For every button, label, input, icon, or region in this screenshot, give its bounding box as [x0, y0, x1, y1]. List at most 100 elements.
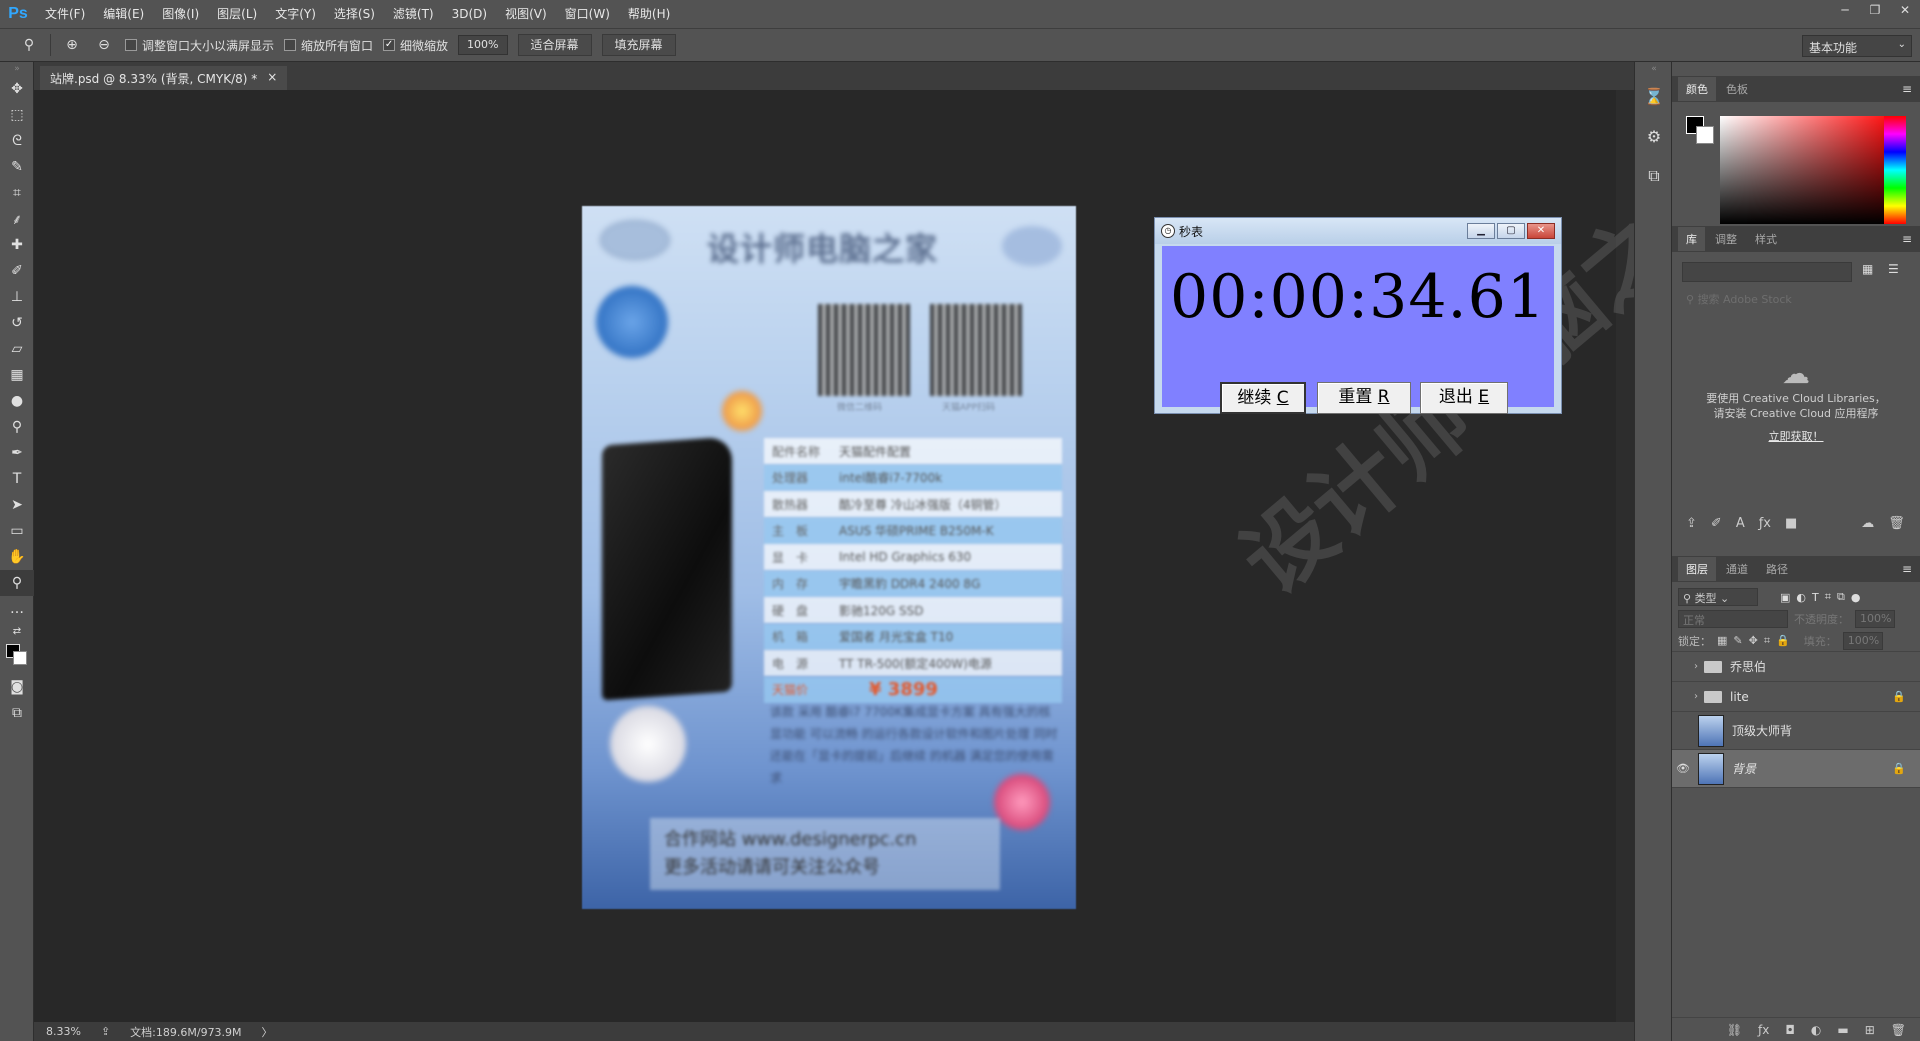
tab-libraries[interactable]: 库: [1678, 227, 1705, 251]
delete-layer-icon[interactable]: 🗑: [1891, 1023, 1906, 1037]
list-view-icon[interactable]: ☰: [1888, 262, 1899, 276]
foreground-background-colors[interactable]: [0, 640, 34, 674]
marquee-tool-icon[interactable]: ⬚: [0, 102, 34, 128]
close-button[interactable]: ✕: [1890, 0, 1920, 20]
menu-layer[interactable]: 图层(L): [208, 0, 266, 28]
filter-pixel-icon[interactable]: ▣: [1780, 591, 1790, 604]
stock-search-input[interactable]: ⚲ 搜索 Adobe Stock: [1680, 288, 1912, 308]
filter-shape-icon[interactable]: ⌗: [1825, 590, 1831, 604]
restore-button[interactable]: ❐: [1860, 0, 1890, 20]
add-content-icon[interactable]: ⇪: [1686, 516, 1697, 531]
zoom-in-icon[interactable]: ⊕: [61, 34, 83, 56]
chevron-right-icon[interactable]: ›: [1694, 691, 1704, 702]
delete-icon[interactable]: 🗑: [1888, 516, 1905, 531]
background-color-swatch[interactable]: [13, 651, 27, 665]
filter-type-icon[interactable]: T: [1812, 591, 1819, 604]
maximize-icon[interactable]: ▢: [1497, 223, 1525, 239]
layer-row-selected[interactable]: 👁 背景 🔒: [1672, 750, 1920, 788]
tab-layers[interactable]: 图层: [1678, 557, 1716, 581]
filter-smart-object-icon[interactable]: ⧉: [1837, 590, 1845, 604]
background-color[interactable]: [1696, 126, 1714, 144]
fill-input[interactable]: 100%: [1842, 631, 1883, 650]
menu-file[interactable]: 文件(F): [36, 0, 94, 28]
move-tool-icon[interactable]: ✥: [0, 76, 34, 102]
gradient-tool-icon[interactable]: ▦: [0, 362, 34, 388]
sync-icon[interactable]: ☁: [1861, 516, 1874, 531]
layer-kind-filter[interactable]: ⚲ 类型 ⌄: [1678, 588, 1758, 606]
blur-tool-icon[interactable]: ●: [0, 388, 34, 414]
eraser-tool-icon[interactable]: ▱: [0, 336, 34, 362]
menu-help[interactable]: 帮助(H): [619, 0, 679, 28]
continue-button[interactable]: 继续 C: [1220, 382, 1306, 414]
tab-styles[interactable]: 样式: [1747, 227, 1785, 251]
resize-windows-checkbox[interactable]: 调整窗口大小以满屏显示: [125, 37, 274, 54]
lock-all-icon[interactable]: 🔒: [1776, 634, 1790, 647]
exit-button[interactable]: 退出 E: [1420, 382, 1508, 414]
fit-screen-button[interactable]: 适合屏幕: [517, 34, 592, 56]
character-panel-icon[interactable]: ⧉: [1635, 156, 1673, 196]
panel-menu-icon[interactable]: ≡: [1902, 82, 1912, 96]
quick-select-tool-icon[interactable]: ✎: [0, 154, 34, 180]
new-group-icon[interactable]: ▬: [1837, 1023, 1848, 1037]
swap-colors-icon[interactable]: ⇄: [0, 622, 34, 640]
minimize-button[interactable]: ─: [1830, 0, 1860, 20]
vertical-scrollbar[interactable]: [1616, 90, 1634, 1022]
opacity-input[interactable]: 100%: [1855, 610, 1895, 628]
rectangle-tool-icon[interactable]: ▭: [0, 518, 34, 544]
lock-position-icon[interactable]: ✥: [1749, 634, 1758, 647]
add-character-style-icon[interactable]: A: [1736, 516, 1745, 531]
hand-tool-icon[interactable]: ✋: [0, 544, 34, 570]
workspace-select[interactable]: 基本功能 ⌄: [1802, 35, 1912, 57]
pen-tool-icon[interactable]: ✒: [0, 440, 34, 466]
menu-view[interactable]: 视图(V): [496, 0, 556, 28]
filter-toggle-icon[interactable]: ●: [1851, 591, 1861, 604]
tab-channels[interactable]: 通道: [1718, 557, 1756, 581]
history-brush-tool-icon[interactable]: ↺: [0, 310, 34, 336]
panel-menu-icon[interactable]: ≡: [1902, 232, 1912, 246]
more-tools-icon[interactable]: …: [0, 596, 34, 622]
properties-panel-icon[interactable]: ⚙: [1635, 116, 1673, 156]
lasso-tool-icon[interactable]: ᘓ: [0, 128, 34, 154]
collapse-icon[interactable]: «: [1635, 62, 1673, 76]
new-layer-icon[interactable]: ⊞: [1865, 1023, 1875, 1037]
layer-row[interactable]: › lite 🔒: [1672, 682, 1920, 712]
add-mask-icon[interactable]: ◘: [1785, 1023, 1795, 1037]
clone-stamp-tool-icon[interactable]: ⊥: [0, 284, 34, 310]
path-select-tool-icon[interactable]: ➤: [0, 492, 34, 518]
document-size[interactable]: 文档:189.6M/973.9M: [130, 1024, 241, 1040]
tab-paths[interactable]: 路径: [1758, 557, 1796, 581]
color-picker-field[interactable]: [1720, 116, 1900, 224]
close-icon[interactable]: ✕: [1527, 223, 1555, 239]
menu-select[interactable]: 选择(S): [325, 0, 384, 28]
poster-document[interactable]: 设计师电脑之家 微信二维码 天猫APP扫码 配件名称 天猫配件配置 处理器 inte…: [582, 206, 1076, 909]
tab-swatches[interactable]: 色板: [1718, 77, 1756, 101]
menu-window[interactable]: 窗口(W): [556, 0, 619, 28]
library-select[interactable]: [1682, 262, 1852, 282]
add-brush-icon[interactable]: ✐: [1711, 516, 1722, 531]
zoom-tool-preset-icon[interactable]: ⚲: [18, 34, 40, 56]
tab-color[interactable]: 颜色: [1678, 77, 1716, 101]
hue-slider[interactable]: [1884, 116, 1906, 224]
close-tab-icon[interactable]: ×: [267, 70, 277, 86]
chevron-right-icon[interactable]: ›: [1694, 661, 1704, 672]
lock-pixels-icon[interactable]: ✎: [1733, 634, 1742, 647]
add-color-icon[interactable]: ■: [1785, 516, 1797, 531]
document-tab[interactable]: 站牌.psd @ 8.33% (背景, CMYK/8) * ×: [40, 66, 288, 90]
status-menu-arrow[interactable]: 〉: [262, 1024, 273, 1040]
menu-filter[interactable]: 滤镜(T): [384, 0, 443, 28]
adjustment-layer-icon[interactable]: ◐: [1811, 1023, 1821, 1037]
zoom-level[interactable]: 8.33%: [46, 1025, 81, 1038]
reset-button[interactable]: 重置 R: [1317, 382, 1411, 414]
link-layers-icon[interactable]: ⛓: [1727, 1023, 1742, 1037]
collapse-icon[interactable]: »: [0, 62, 34, 76]
zoom-out-icon[interactable]: ⊖: [93, 34, 115, 56]
history-panel-icon[interactable]: ⌛: [1635, 76, 1673, 116]
menu-type[interactable]: 文字(Y): [266, 0, 325, 28]
brush-tool-icon[interactable]: ✐: [0, 258, 34, 284]
eye-icon[interactable]: 👁: [1672, 762, 1694, 775]
scrubby-zoom-checkbox[interactable]: ✓ 细微缩放: [383, 37, 448, 54]
lock-artboard-icon[interactable]: ⌗: [1764, 634, 1770, 648]
stopwatch-titlebar[interactable]: ◷ 秒表 ▁ ▢ ✕: [1155, 218, 1561, 244]
grid-view-icon[interactable]: ▦: [1862, 262, 1873, 276]
share-icon[interactable]: ⇪: [101, 1025, 110, 1038]
